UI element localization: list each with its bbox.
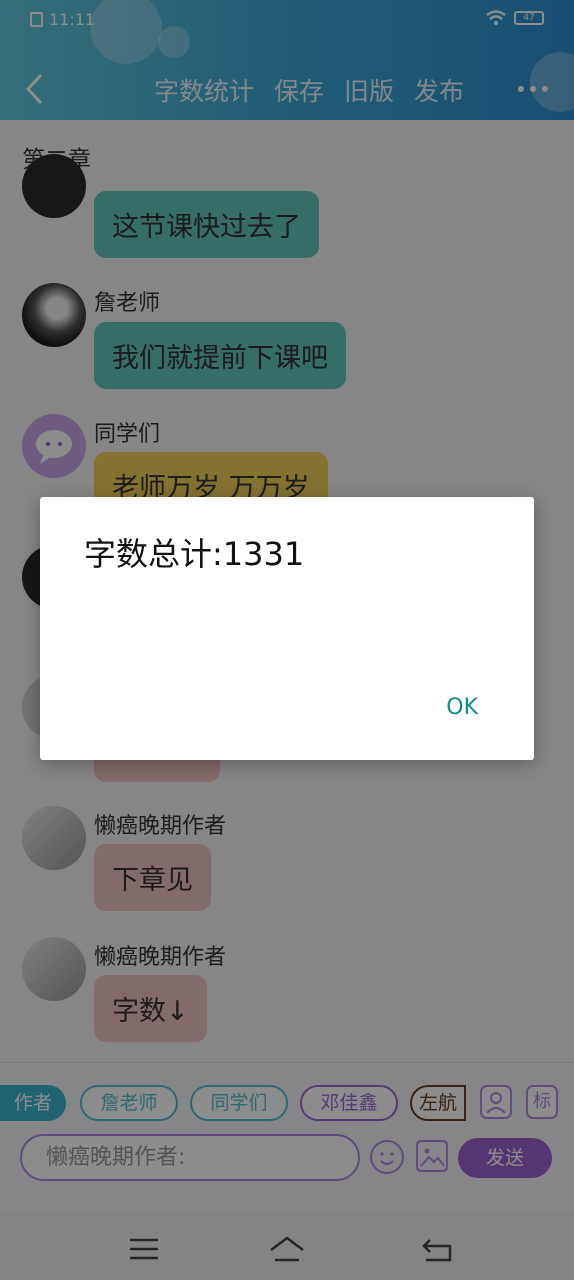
word-count-dialog: 字数总计:1331 OK bbox=[40, 497, 534, 760]
dialog-message: 字数总计:1331 bbox=[84, 535, 305, 573]
ok-button[interactable]: OK bbox=[446, 695, 478, 720]
